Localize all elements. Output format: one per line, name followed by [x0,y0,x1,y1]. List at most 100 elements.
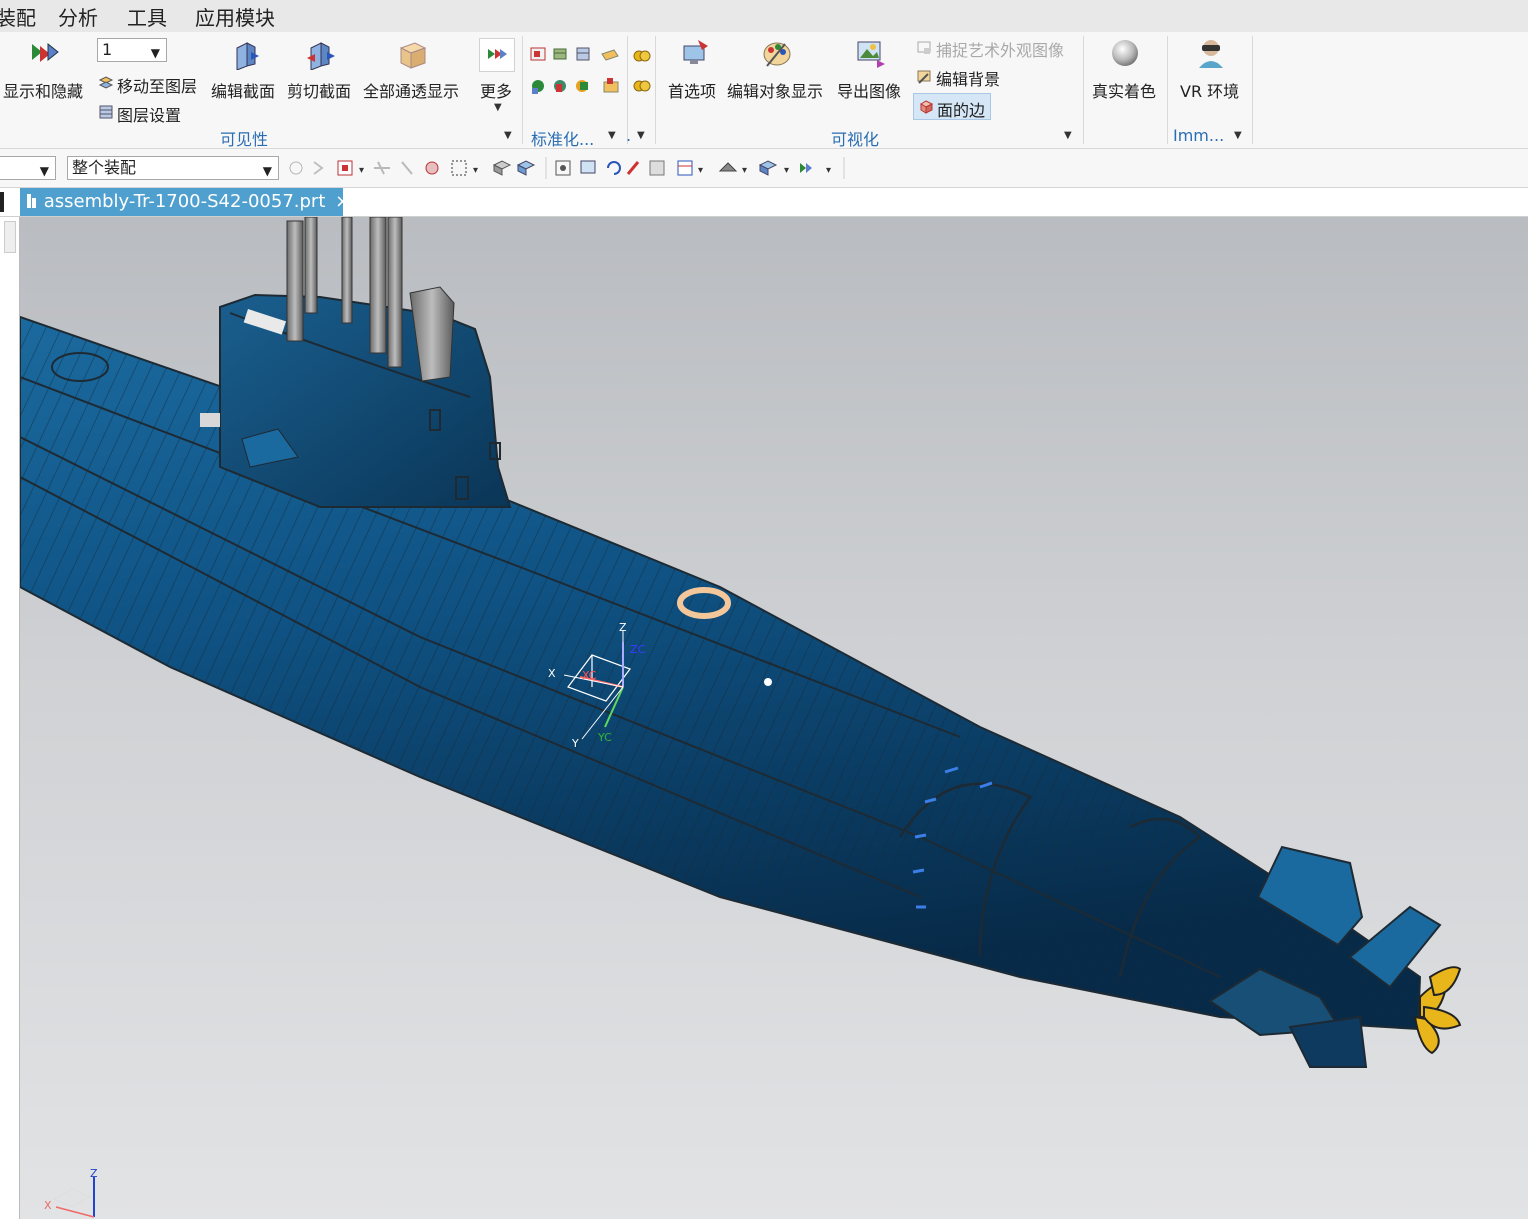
export-image-button[interactable]: 导出图像 [835,36,909,102]
more-dropdown-icon: ▼ [494,102,502,113]
export-image-icon [857,41,885,68]
submarine-model[interactable]: Z X Y ZC XC YC Z X [20,217,1528,1219]
move-to-layer-button[interactable]: 移动至图层 [96,72,206,96]
coin-stack-icons[interactable] [632,46,652,96]
ribbon: 显示和隐藏 1 ▼ 移动至图层 图层设置 编辑截面 剪切截面 全部通透显示 更多… [0,32,1528,149]
axis-xc-label: XC [582,669,597,682]
true-shading-button[interactable]: 真实着色 [1089,36,1163,102]
layer-settings-button[interactable]: 图层设置 [96,101,196,125]
move-layer-icon [98,76,114,89]
vr-environment-button[interactable]: VR 环境 [1175,36,1249,102]
part-file-icon [27,194,36,208]
standard-icons-grid[interactable] [530,46,622,112]
edit-object-display-label: 编辑对象显示 [727,82,824,101]
more-label: 更多 [480,82,513,101]
axis-x-label: X [548,667,556,680]
separator [522,36,523,144]
clip-section-icon [307,42,335,70]
dot-group-label: . [626,126,632,145]
visualization-group-dropdown-icon[interactable]: ▼ [1064,130,1072,141]
layer-settings-icon [99,105,113,119]
vr-headset-icon [1199,40,1223,68]
menu-assembly[interactable]: 装配 [0,2,36,31]
show-hide-small-icon [488,49,507,59]
layer-settings-label: 图层设置 [117,106,182,125]
axis-z-label: Z [619,621,627,634]
svg-text:▾: ▾ [473,165,478,176]
face-edges-icon [920,100,934,114]
tab-label: assembly-Tr-1700-S42-0057.prt [43,191,326,212]
immersive-group-label: Imm... [1173,126,1225,145]
immersive-group-dropdown-icon[interactable]: ▼ [1234,130,1242,141]
tab-assembly-file[interactable]: assembly-Tr-1700-S42-0057.prt × [20,188,350,216]
svg-text:▾: ▾ [826,165,831,176]
separator [1252,36,1253,144]
svg-text:▾: ▾ [359,165,364,176]
export-image-label: 导出图像 [837,82,902,101]
more-button[interactable]: 更多 ▼ [476,36,520,118]
menu-app-modules[interactable]: 应用模块 [195,2,275,31]
scope-value: 整个装配 [72,158,137,177]
tab-close-icon[interactable]: × [335,191,350,212]
edit-section-button[interactable]: 编辑截面 [209,36,283,102]
document-tab-bar: assembly-Tr-1700-S42-0057.prt × [0,188,1528,217]
clip-section-button[interactable]: 剪切截面 [285,36,359,102]
type-filter-select[interactable]: ▼ [0,156,56,180]
selection-toolbar: ▼ 整个装配 ▼ ▾ ▾ ▾ ▾ ▾ ▾ [0,149,1528,188]
graphics-viewport[interactable]: Z X Y ZC XC YC Z X [20,217,1528,1219]
visualization-group-label: 可视化 [831,130,880,149]
move-to-layer-label: 移动至图层 [117,77,198,96]
view-x-label: X [44,1199,52,1212]
all-transparent-button[interactable]: 全部通透显示 [361,36,469,102]
svg-text:▾: ▾ [784,165,789,176]
preferences-icon [683,40,708,64]
edit-background-button[interactable]: 编辑背景 [913,65,1023,89]
scope-select[interactable]: 整个装配 ▼ [67,156,279,180]
layer-select[interactable]: 1 ▼ [97,38,167,62]
axis-zc-label: ZC [630,643,646,656]
menu-bar: 装配 分析 工具 应用模块 [0,0,1528,32]
vr-label: VR 环境 [1180,82,1240,101]
chevron-down-icon: ▼ [39,164,49,178]
chevron-down-icon: ▼ [150,46,160,60]
capture-art-label: 捕捉艺术外观图像 [936,41,1065,60]
layer-value: 1 [102,40,113,59]
visibility-group-label: 可见性 [220,130,269,149]
separator [655,36,656,144]
transparent-display-icon [399,42,427,69]
face-edges-toggle[interactable]: 面的边 [913,93,991,120]
preferences-label: 首选项 [668,82,717,101]
sphere-icon [1112,40,1138,66]
show-hide-icon [32,42,59,62]
resource-bar[interactable] [0,217,20,1219]
palette-icon [763,42,791,67]
view-triad: Z X [44,1167,98,1218]
svg-text:▾: ▾ [742,165,747,176]
preferences-button[interactable]: 首选项 [666,36,722,102]
selection-tools-icons[interactable]: ▾ ▾ ▾ ▾ ▾ ▾ [286,157,846,179]
separator [1083,36,1084,144]
true-shading-label: 真实着色 [1092,82,1157,101]
axis-yc-label: YC [597,731,612,744]
separator [1167,36,1168,144]
visibility-group-dropdown-icon[interactable]: ▼ [504,130,512,141]
edit-background-icon [917,70,931,84]
menu-tools[interactable]: 工具 [127,2,167,31]
edit-object-display-button[interactable]: 编辑对象显示 [725,36,833,102]
resource-bar-tab[interactable] [4,221,16,253]
tab-bar-edge [0,192,4,212]
edit-background-label: 编辑背景 [936,70,1001,89]
dot-group-dropdown-icon[interactable]: ▼ [637,130,645,141]
standard-group-label: 标准化... [531,130,595,149]
axis-y-label: Y [571,737,579,750]
standard-group-dropdown-icon[interactable]: ▼ [608,130,616,141]
menu-analysis[interactable]: 分析 [58,2,98,31]
clip-section-label: 剪切截面 [287,82,352,101]
capture-art-image-button[interactable]: 捕捉艺术外观图像 [913,36,1081,60]
show-hide-button[interactable]: 显示和隐藏 [0,36,92,102]
edit-section-icon [236,42,259,70]
view-z-label: Z [90,1167,98,1180]
edit-section-label: 编辑截面 [211,82,276,101]
svg-text:▾: ▾ [698,165,703,176]
chevron-down-icon: ▼ [262,164,272,178]
